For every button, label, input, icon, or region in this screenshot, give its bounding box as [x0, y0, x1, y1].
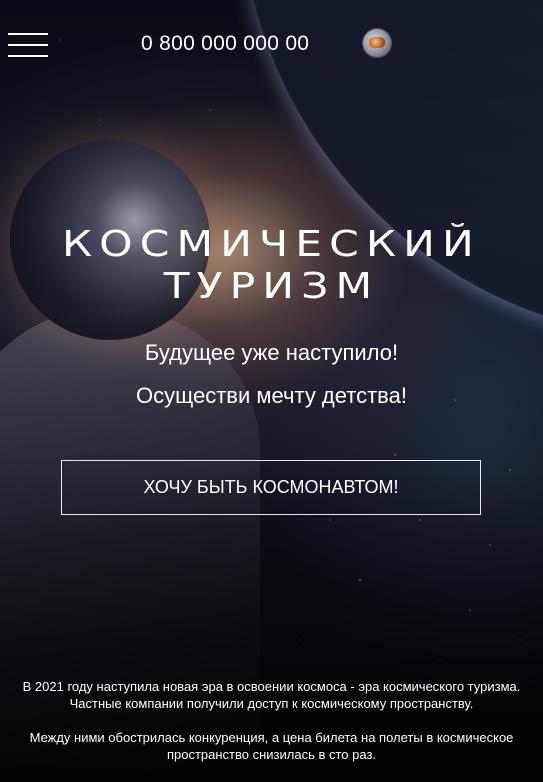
description-paragraph-2: Между ними обострилась конкуренция, а це…	[0, 729, 543, 763]
description-paragraph-1: В 2021 году наступила новая эра в освоен…	[0, 678, 543, 712]
hero-title-line-2: туризм	[163, 266, 380, 307]
description-line: Частные компании получили доступ к косми…	[69, 696, 474, 711]
site-header: 0 800 000 000 00	[0, 0, 543, 90]
planet-flag-icon[interactable]	[363, 29, 391, 57]
hero-title: Космический туризм	[0, 224, 543, 308]
hero-title-line-1: Космический	[61, 224, 481, 265]
description-line: В 2021 году наступила новая эра в освоен…	[22, 679, 521, 694]
menu-icon-bar	[8, 55, 48, 57]
hero-subtitle-future: Будущее уже наступило!	[144, 340, 399, 365]
description-line: пространство снизилась в сто раз.	[166, 747, 377, 762]
menu-icon[interactable]	[8, 33, 48, 57]
phone-link[interactable]: 0 800 000 000 00	[141, 32, 309, 56]
menu-icon-bar	[8, 33, 48, 35]
description-line: Между ними обострилась конкуренция, а це…	[29, 730, 514, 745]
page: 0 800 000 000 00 Космический туризм Буду…	[0, 0, 543, 782]
planet-flag-icon-center	[369, 37, 385, 48]
hero-subtitle-dream: Осуществи мечту детства!	[136, 383, 407, 408]
become-astronaut-button[interactable]: ХОЧУ БЫТЬ КОСМОНАВТОМ!	[61, 460, 481, 515]
menu-icon-bar	[8, 44, 48, 46]
